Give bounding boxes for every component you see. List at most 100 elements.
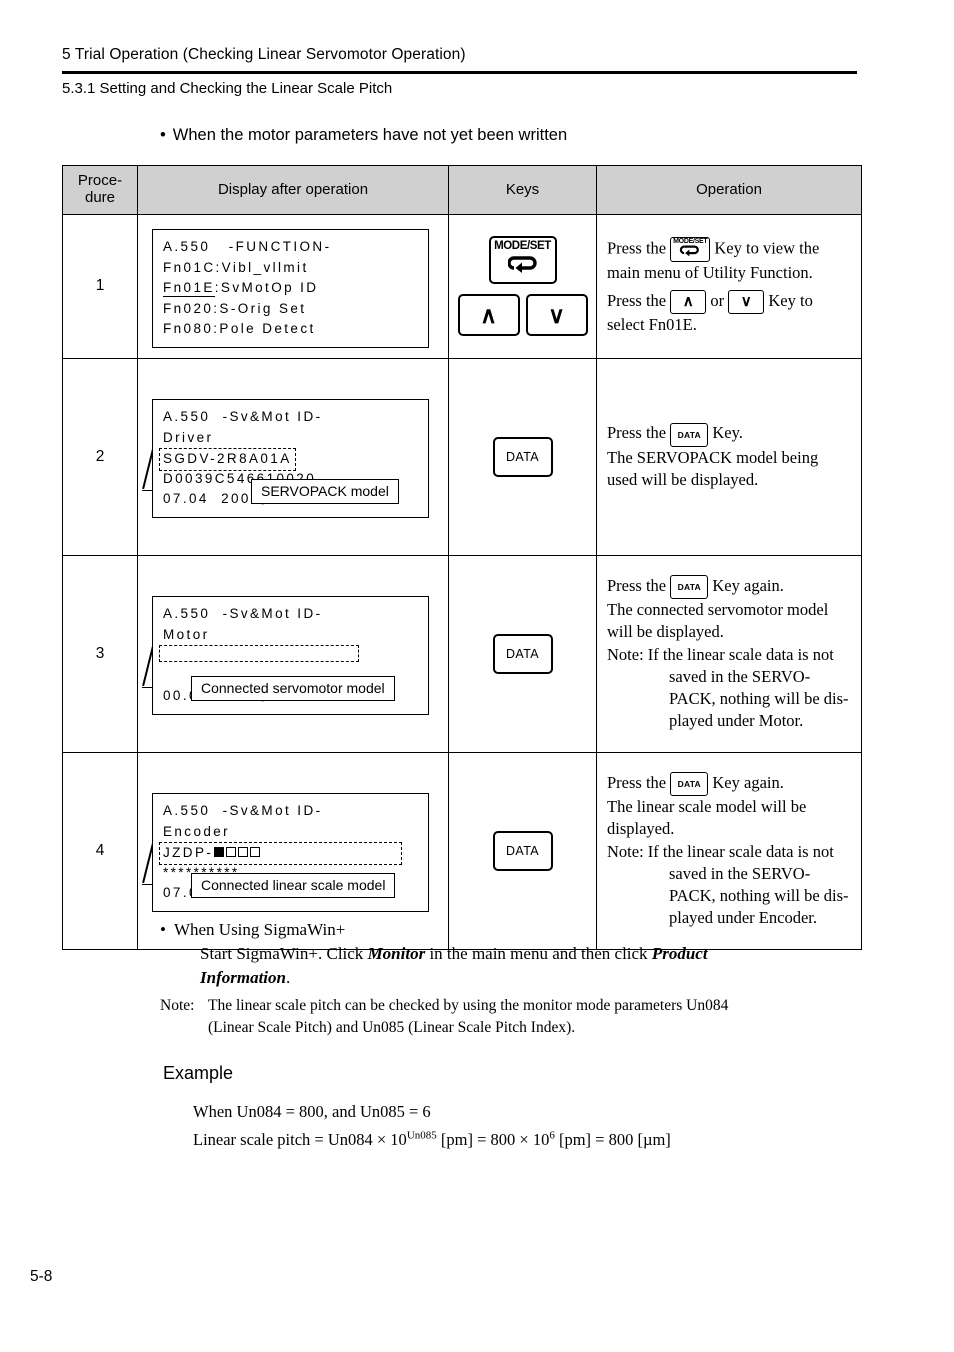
operation-text: or bbox=[710, 290, 725, 310]
lcd-selected-item: Fn01E bbox=[163, 280, 215, 297]
lcd-line: A.550 -FUNCTION- bbox=[163, 239, 332, 254]
mode-set-key-label: MODE/SET bbox=[494, 240, 551, 253]
table-row: 2 A.550 -Sv&Mot ID- Driver SGDV-2R8A01A … bbox=[62, 357, 862, 556]
section-heading: 5.3.1 Setting and Checking the Linear Sc… bbox=[62, 80, 393, 97]
sigmawin-bullet-label: When Using SigmaWin+ bbox=[173, 920, 346, 939]
sigmawin-menu-information: Information bbox=[200, 968, 286, 988]
column-header-operation: Operation bbox=[596, 165, 862, 215]
operation-line: Press the DATA Key. bbox=[607, 422, 861, 447]
inline-data-key: DATA bbox=[670, 422, 709, 447]
lcd-line-highlighted: SGDV-2R8A01A bbox=[159, 448, 428, 471]
operation-note-line: Note: If the linear scale data is not bbox=[607, 644, 834, 664]
lcd-line: Fn080:Pole Detect bbox=[163, 321, 316, 336]
lcd-selected-rest: :SvMotOp ID bbox=[214, 280, 319, 295]
up-key[interactable]: ∧ bbox=[457, 294, 520, 337]
hollow-square-icon bbox=[250, 847, 261, 858]
callout-label: Connected servomotor model bbox=[191, 675, 395, 701]
inline-up-key: ∧ bbox=[670, 289, 707, 314]
down-key[interactable]: ∨ bbox=[525, 294, 588, 337]
procedure-number: 4 bbox=[62, 751, 138, 950]
operation-cell: Press the MODE/SET Key to view the main … bbox=[596, 214, 862, 359]
operation-text: Key to view the bbox=[714, 237, 820, 257]
operation-line: Press the MODE/SET Key to view the bbox=[607, 236, 861, 262]
linear-scale-model-value: JZDP- bbox=[159, 842, 402, 865]
intro-bullet: • When the motor parameters have not yet … bbox=[160, 126, 567, 145]
example-line-1: When Un084 = 800, and Un085 = 6 bbox=[193, 1102, 431, 1121]
intro-bullet-label: When the motor parameters have not yet b… bbox=[172, 126, 568, 144]
sigmawin-text: in the main menu and then click bbox=[425, 944, 652, 964]
lcd-line-highlighted bbox=[159, 645, 428, 666]
procedure-table: Proce-dure Display after operation Keys … bbox=[62, 165, 862, 950]
sigmawin-block: • When Using SigmaWin+ Start SigmaWin+. C… bbox=[160, 918, 708, 990]
bullet-icon: • bbox=[160, 126, 166, 144]
column-header-keys: Keys bbox=[448, 165, 597, 215]
formula-exponent: Un085 bbox=[406, 1129, 437, 1142]
column-header-procedure: Proce-dure bbox=[62, 165, 138, 215]
servomotor-model-value bbox=[159, 645, 359, 663]
note-line-2: (Linear Scale Pitch) and Un085 (Linear S… bbox=[208, 1019, 576, 1037]
mode-set-key[interactable]: MODE/SET bbox=[488, 236, 557, 285]
linear-scale-model-prefix: JZDP- bbox=[163, 845, 214, 861]
chapter-header: 5 Trial Operation (Checking Linear Servo… bbox=[62, 46, 466, 63]
arrow-key-row: ∧ ∨ bbox=[449, 294, 596, 337]
operation-line: Press the DATA Key again. bbox=[607, 575, 861, 600]
loop-arrow-icon bbox=[491, 254, 555, 278]
operation-line: The connected servomotor model bbox=[607, 600, 829, 620]
keys-cell: MODE/SET ∧ ∨ bbox=[448, 214, 597, 359]
operation-text: Key. bbox=[712, 423, 743, 443]
inline-data-key: DATA bbox=[670, 575, 709, 600]
procedure-number: 1 bbox=[62, 214, 138, 359]
note-line-1: Note: The linear scale pitch can be check… bbox=[160, 995, 728, 1017]
lcd-line: A.550 -Sv&Mot ID- bbox=[163, 606, 323, 622]
inline-data-key: DATA bbox=[670, 772, 709, 797]
operation-text: Key again. bbox=[712, 773, 784, 793]
keys-cell: DATA bbox=[448, 554, 597, 753]
operation-note-line: saved in the SERVO- bbox=[669, 863, 811, 883]
formula-text: [pm] = 800 [µm] bbox=[554, 1130, 671, 1150]
sigmawin-instruction-line-1: Start SigmaWin+. Click Monitor in the ma… bbox=[200, 942, 708, 966]
operation-text: Key again. bbox=[712, 576, 784, 596]
lcd-line: Fn01C:Vibl_vllmit bbox=[163, 259, 309, 275]
example-body: When Un084 = 800, and Un085 = 6 Linear s… bbox=[193, 1098, 671, 1155]
lcd-line-highlighted: JZDP- bbox=[159, 842, 428, 865]
operation-cell: Press the DATA Key. The SERVOPACK model … bbox=[596, 357, 862, 556]
lcd-panel: A.550 -FUNCTION- Fn01C:Vibl_vllmit Fn01E… bbox=[152, 229, 429, 348]
operation-text: Press the bbox=[607, 423, 667, 443]
operation-line: main menu of Utility Function. bbox=[607, 262, 813, 282]
operation-line: The linear scale model will be bbox=[607, 797, 807, 817]
sigmawin-menu-monitor: Monitor bbox=[367, 944, 426, 964]
operation-cell: Press the DATA Key again. The connected … bbox=[596, 554, 862, 753]
procedure-number: 2 bbox=[62, 357, 138, 556]
hollow-square-icon bbox=[238, 847, 249, 858]
column-header-display: Display after operation bbox=[137, 165, 449, 215]
lcd-line: Motor bbox=[163, 626, 210, 642]
data-key[interactable]: DATA bbox=[492, 633, 553, 674]
sigmawin-menu-product: Product bbox=[651, 944, 708, 964]
operation-text: Press the bbox=[607, 237, 667, 257]
lcd-line: A.550 -Sv&Mot ID- bbox=[163, 803, 323, 819]
sigmawin-bullet: • When Using SigmaWin+ bbox=[160, 918, 708, 942]
table-header-row: Proce-dure Display after operation Keys … bbox=[62, 165, 862, 215]
loop-arrow-icon bbox=[671, 244, 709, 261]
formula-text: Linear scale pitch = Un084 × 10 bbox=[193, 1130, 407, 1150]
sigmawin-text: . bbox=[285, 968, 291, 988]
operation-note-line: played under Motor. bbox=[669, 710, 804, 730]
operation-note-line: PACK, nothing will be dis- bbox=[669, 688, 849, 708]
display-cell: A.550 -Sv&Mot ID- Motor 00.00 100V, W Co… bbox=[137, 554, 449, 753]
operation-text: Key to bbox=[768, 290, 813, 310]
operation-note-line: saved in the SERVO- bbox=[669, 666, 811, 686]
example-formula: Linear scale pitch = Un084 × 10Un085 [pm… bbox=[193, 1126, 671, 1154]
data-key[interactable]: DATA bbox=[492, 436, 553, 477]
operation-note-line: PACK, nothing will be dis- bbox=[669, 885, 849, 905]
inline-mode-set-key: MODE/SET bbox=[670, 236, 711, 262]
operation-line: The SERVOPACK model being bbox=[607, 447, 819, 467]
keys-cell: DATA bbox=[448, 357, 597, 556]
operation-text: Press the bbox=[607, 290, 667, 310]
page-number: 5-8 bbox=[30, 1268, 53, 1285]
table-row: 1 A.550 -FUNCTION- Fn01C:Vibl_vllmit Fn0… bbox=[62, 214, 862, 359]
header-divider bbox=[62, 71, 857, 74]
operation-line: will be displayed. bbox=[607, 622, 724, 642]
table-row: 3 A.550 -Sv&Mot ID- Motor 00.00 100V, W … bbox=[62, 554, 862, 753]
filled-square-icon bbox=[214, 847, 225, 858]
data-key[interactable]: DATA bbox=[492, 830, 553, 871]
